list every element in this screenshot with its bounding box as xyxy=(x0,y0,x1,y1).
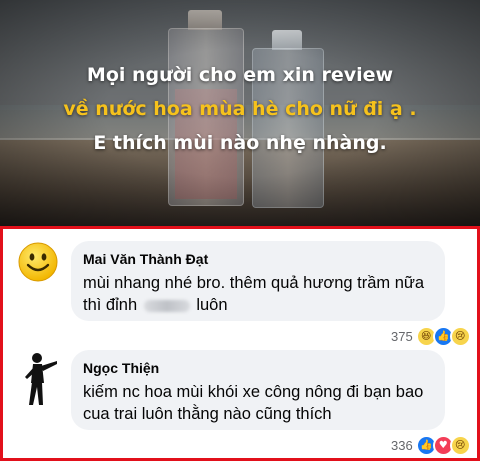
sad-icon: 😢 xyxy=(449,435,471,456)
comment-reactions[interactable]: 375 😆 👍 😢 xyxy=(391,326,471,347)
comment-bubble[interactable]: Mai Văn Thành Đạt mùi nhang nhé bro. thê… xyxy=(71,241,445,321)
headline-line-2: về nước hoa mùa hè cho nữ đi ạ . xyxy=(63,98,417,120)
comment-text-before: mùi nhang nhé bro. thêm quả hương trầm n… xyxy=(83,274,425,314)
comment-bubble[interactable]: Ngọc Thiện kiếm nc hoa mùi khói xe công … xyxy=(71,350,445,430)
reaction-count: 375 xyxy=(391,329,413,344)
comments-highlight-box: Mai Văn Thành Đạt mùi nhang nhé bro. thê… xyxy=(0,226,480,461)
headline-line-3: E thích mùi nào nhẹ nhàng. xyxy=(93,132,387,154)
comment-author[interactable]: Mai Văn Thành Đạt xyxy=(83,250,431,268)
comment-avatar[interactable] xyxy=(17,349,59,409)
comment-author[interactable]: Ngọc Thiện xyxy=(83,359,431,377)
comment-text: mùi nhang nhé bro. thêm quả hương trầm n… xyxy=(83,272,431,316)
comment-text: kiếm nc hoa mùi khói xe công nông đi bạn… xyxy=(83,383,424,423)
smiley-face-icon xyxy=(18,242,58,282)
headline-line-1: Mọi người cho em xin review xyxy=(86,64,394,86)
comment-text-after: luôn xyxy=(196,296,228,314)
screenshot-root: Mọi người cho em xin review về nước hoa … xyxy=(0,0,480,461)
comment-avatar[interactable] xyxy=(17,241,59,283)
post-headline: Mọi người cho em xin review về nước hoa … xyxy=(0,58,480,160)
censored-word xyxy=(143,299,190,312)
reaction-count: 336 xyxy=(391,438,413,453)
comment-reactions[interactable]: 336 👍 ♥ 😢 xyxy=(391,435,471,456)
pointing-silhouette-icon xyxy=(25,353,57,405)
sad-icon: 😢 xyxy=(449,326,471,347)
post-image[interactable]: Mọi người cho em xin review về nước hoa … xyxy=(0,0,480,226)
